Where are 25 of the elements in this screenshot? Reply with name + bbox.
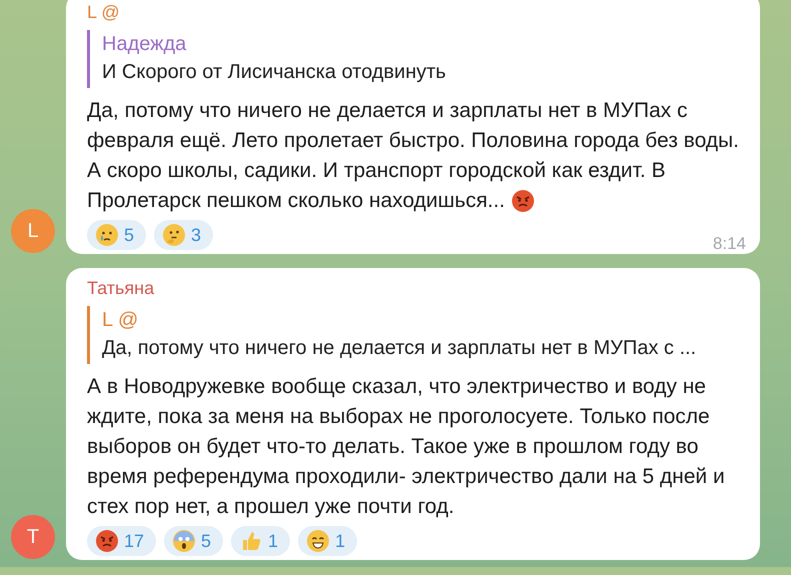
thinking-emoji-icon: [162, 223, 186, 247]
reaction-chip[interactable]: 17: [87, 526, 156, 556]
sender-name[interactable]: Татьяна: [87, 276, 154, 300]
message-text: А в Новодружевке вообще сказал, что электричество и воду не ждите, пока за меня на выборах не проголосуете. Только после выборов он будет что-то делать. Такое уже в прошлом году во время референдума проходили- электричество дали на 5 дней и стех пор нет, а прошел уже почти год.: [87, 374, 726, 520]
reaction-chip[interactable]: 5: [87, 220, 146, 250]
reply-author: L @: [102, 308, 138, 333]
reply-quote[interactable]: L @ Да, потому что ничего не делается и зарплаты нет в МУПах с ...: [87, 306, 746, 364]
reply-text: Да, потому что ничего не делается и зарплаты нет в МУПах с ...: [102, 336, 696, 361]
reaction-chip[interactable]: 3: [154, 220, 214, 250]
avatar[interactable]: L: [11, 209, 55, 253]
avatar[interactable]: T: [11, 515, 55, 559]
message-time: 8:14: [712, 232, 746, 254]
reply-author: Надежда: [102, 32, 186, 57]
scream-emoji-icon: [172, 529, 196, 553]
reaction-chip[interactable]: 1: [298, 526, 358, 556]
message-text: Да, потому что ничего не делается и зарплаты нет в МУПах с февраля ещё. Лето пролетает быстро. Половина города без воды. А скоро школы, садики. И транспорт городской как ездит. В Пролетарск пешком сколько находишься...: [87, 98, 740, 216]
angry-emoji-icon: [510, 189, 535, 214]
reaction-chip[interactable]: 1: [231, 526, 290, 556]
reply-quote[interactable]: Надежда И Скорого от Лисичанска отодвинуть: [87, 30, 746, 88]
sender-name[interactable]: L @: [87, 0, 120, 24]
reaction-chip[interactable]: 5: [164, 526, 224, 556]
grin-emoji-icon: [306, 529, 330, 553]
crying-emoji-icon: [95, 223, 119, 247]
reply-text: И Скорого от Лисичанска отодвинуть: [102, 60, 446, 85]
angry-emoji-icon: [95, 529, 119, 553]
